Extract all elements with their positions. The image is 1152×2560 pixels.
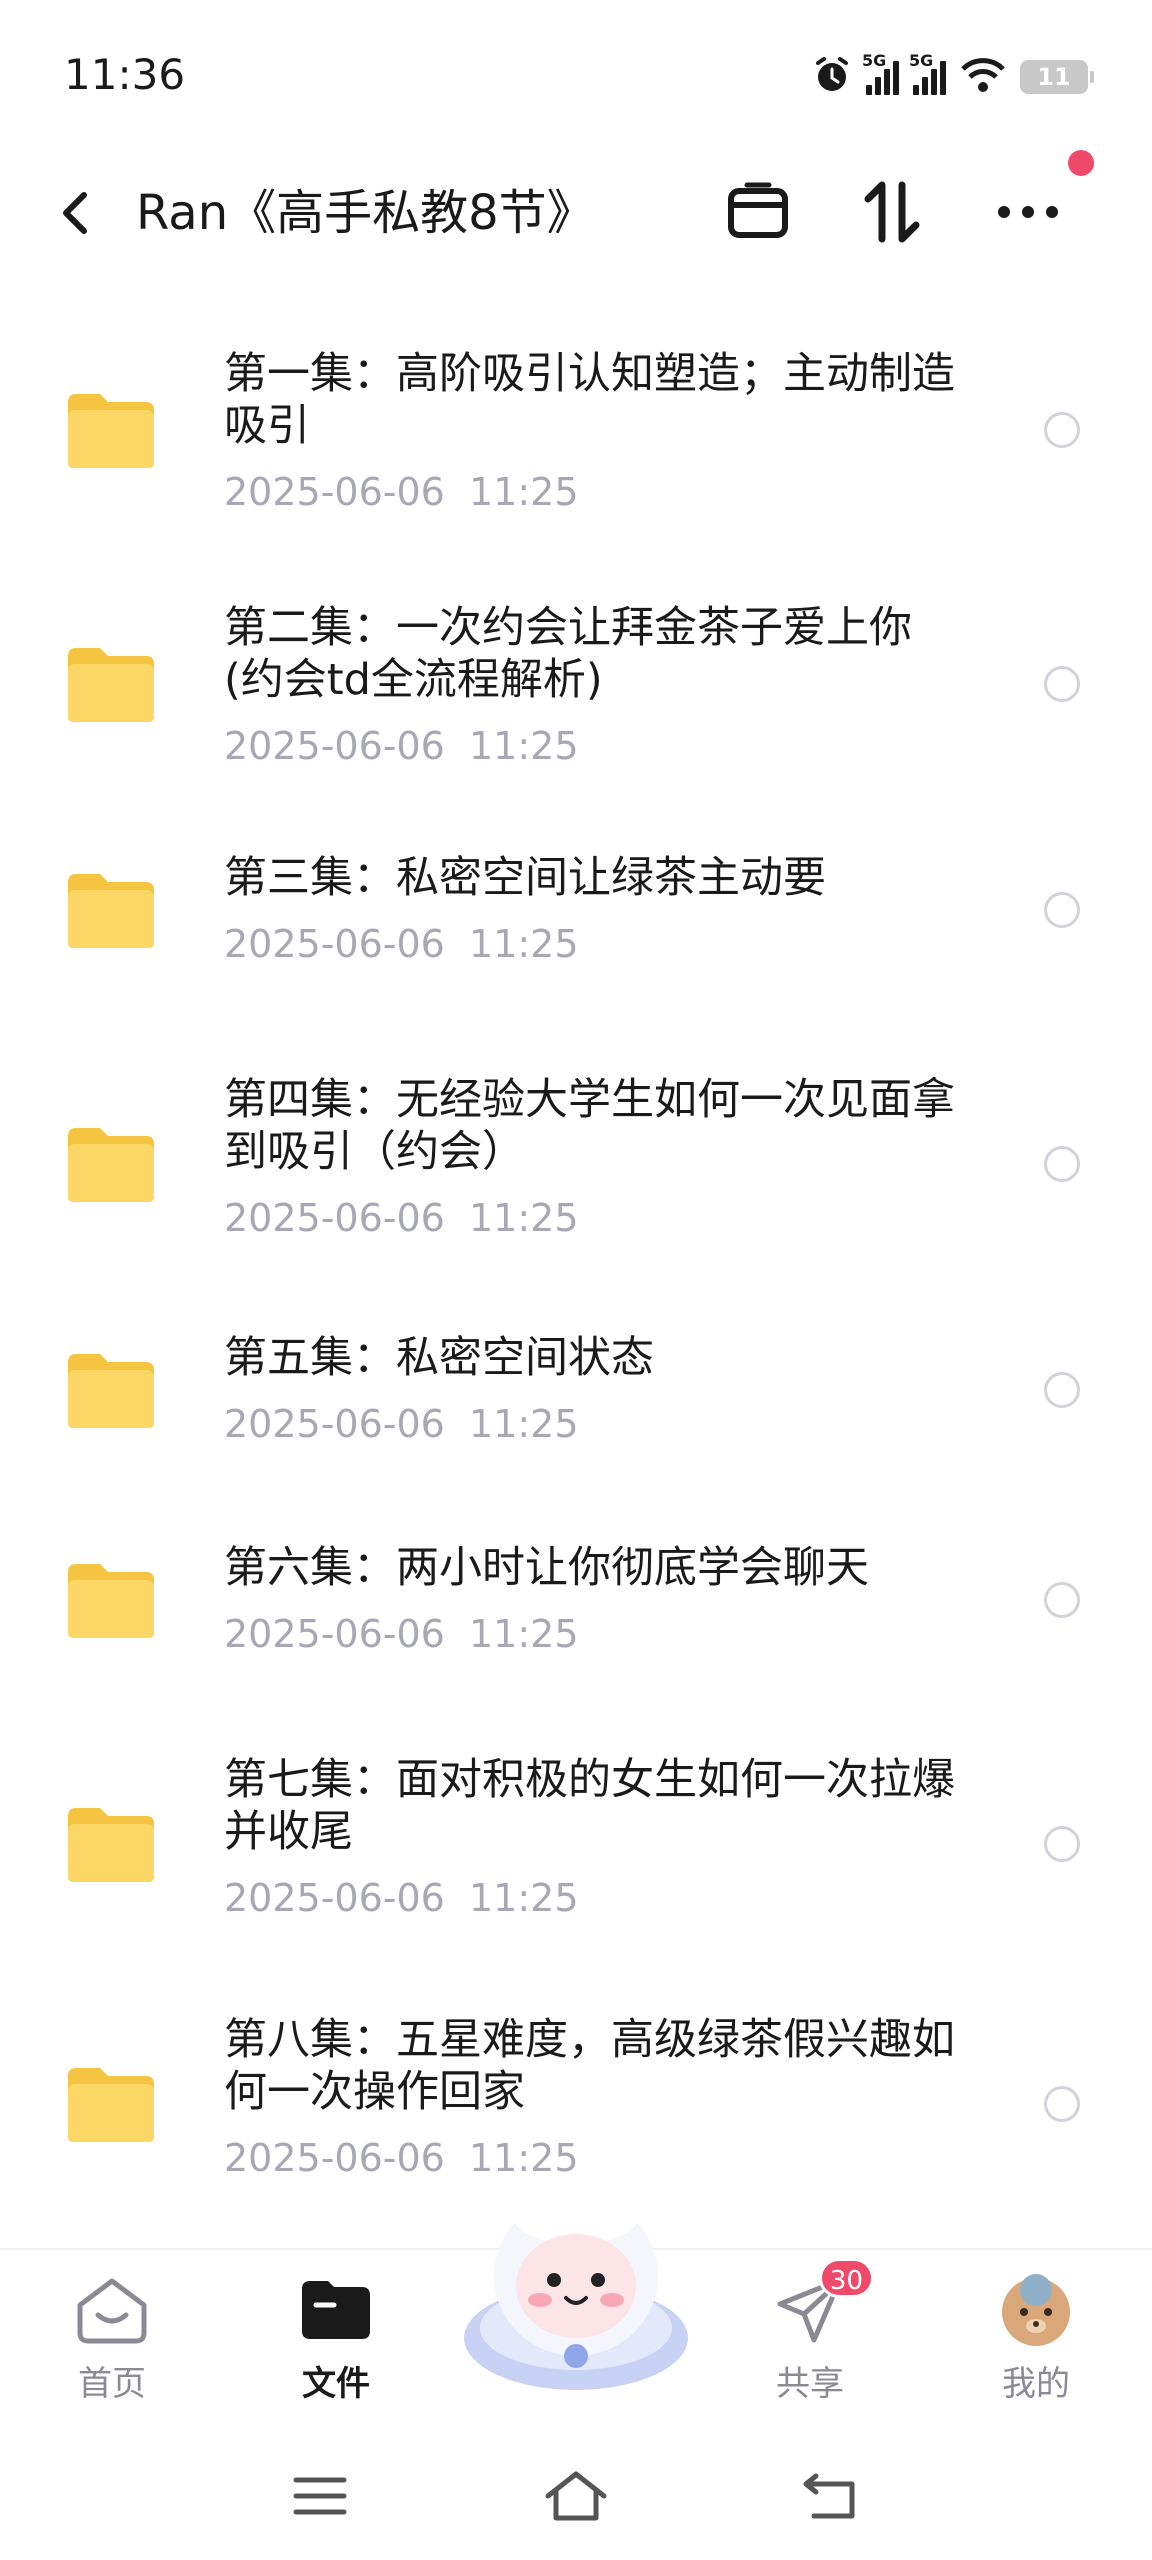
archive-button[interactable] xyxy=(718,172,798,252)
notification-dot xyxy=(1068,150,1094,176)
nav-home-button[interactable] xyxy=(536,2456,616,2536)
share-badge: 30 xyxy=(818,2258,874,2298)
status-time: 11:36 xyxy=(64,50,186,99)
signal-icon: 5G xyxy=(909,51,946,95)
alarm-icon xyxy=(812,55,852,99)
file-date: 2025-06-06 11:25 xyxy=(224,1612,579,1656)
tab-label: 首页 xyxy=(78,2364,146,2404)
home-icon xyxy=(545,2471,607,2521)
select-radio[interactable] xyxy=(1044,1146,1080,1182)
send-icon: 30 xyxy=(770,2258,874,2350)
file-name: 第一集：高阶吸引认知塑造；主动制造吸引 xyxy=(224,349,955,451)
status-icons: 5G 5G 11 xyxy=(812,51,1094,102)
more-icon xyxy=(998,206,1058,218)
avatar-icon xyxy=(996,2270,1076,2350)
tab-label: 文件 xyxy=(302,2364,370,2404)
list-item[interactable]: 第二集：一次约会让拜金茶子爱上你(约会td全流程解析) 2025-06-06 1… xyxy=(0,550,1152,800)
file-name: 第三集：私密空间让绿茶主动要 xyxy=(224,853,826,903)
file-date: 2025-06-06 11:25 xyxy=(224,1196,579,1240)
file-date: 2025-06-06 11:25 xyxy=(224,1402,579,1446)
file-name: 第八集：五星难度，高级绿茶假兴趣如何一次操作回家 xyxy=(224,2015,955,2117)
back-icon xyxy=(803,2473,855,2519)
folder-icon xyxy=(68,648,154,722)
folder-icon xyxy=(68,874,154,948)
list-item[interactable]: 第六集：两小时让你彻底学会聊天 2025-06-06 11:25 xyxy=(0,1520,1152,1740)
sort-button[interactable] xyxy=(852,172,932,252)
wifi-icon xyxy=(960,57,1006,97)
network-type-label: 5G xyxy=(862,51,887,70)
assistant-mascot-button[interactable] xyxy=(456,2178,696,2398)
folder-icon xyxy=(68,1564,154,1638)
select-radio[interactable] xyxy=(1044,1826,1080,1862)
list-item[interactable]: 第五集：私密空间状态 2025-06-06 11:25 xyxy=(0,1310,1152,1520)
signal-icon: 5G xyxy=(862,51,899,95)
more-button[interactable] xyxy=(988,172,1068,252)
select-radio[interactable] xyxy=(1044,892,1080,928)
list-item[interactable]: 第七集：面对积极的女生如何一次拉爆并收尾 2025-06-06 11:25 xyxy=(0,1740,1152,1990)
sort-icon xyxy=(864,181,920,243)
tab-label: 我的 xyxy=(1002,2364,1070,2404)
network-type-label: 5G xyxy=(909,51,934,70)
menu-icon xyxy=(293,2477,347,2515)
list-item[interactable]: 第三集：私密空间让绿茶主动要 2025-06-06 11:25 xyxy=(0,800,1152,1010)
archive-icon xyxy=(728,182,788,238)
folder-icon xyxy=(296,2270,376,2350)
home-icon xyxy=(72,2270,152,2350)
file-date: 2025-06-06 11:25 xyxy=(224,2136,579,2180)
tab-label: 共享 xyxy=(776,2364,844,2404)
list-item[interactable]: 第四集：无经验大学生如何一次见面拿到吸引（约会） 2025-06-06 11:2… xyxy=(0,1060,1152,1310)
folder-icon xyxy=(68,2068,154,2142)
file-date: 2025-06-06 11:25 xyxy=(224,922,579,966)
mascot-icon xyxy=(464,2192,688,2390)
folder-icon xyxy=(68,394,154,468)
nav-menu-button[interactable] xyxy=(280,2456,360,2536)
file-name: 第六集：两小时让你彻底学会聊天 xyxy=(224,1543,869,1593)
file-date: 2025-06-06 11:25 xyxy=(224,470,579,514)
file-name: 第四集：无经验大学生如何一次见面拿到吸引（约会） xyxy=(224,1075,955,1177)
file-date: 2025-06-06 11:25 xyxy=(224,1876,579,1920)
folder-icon xyxy=(68,1354,154,1428)
file-name: 第五集：私密空间状态 xyxy=(224,1333,654,1383)
folder-icon xyxy=(68,1128,154,1202)
file-name: 第二集：一次约会让拜金茶子爱上你(约会td全流程解析) xyxy=(224,603,912,705)
folder-icon xyxy=(68,1808,154,1882)
status-bar: 11:36 5G 5G 11 xyxy=(0,0,1152,150)
list-item[interactable]: 第一集：高阶吸引认知塑造；主动制造吸引 2025-06-06 11:25 xyxy=(0,300,1152,550)
system-nav-bar xyxy=(0,2420,1152,2560)
header: Ran《高手私教8节》 xyxy=(0,150,1152,275)
select-radio[interactable] xyxy=(1044,1582,1080,1618)
back-button[interactable] xyxy=(40,178,110,248)
file-date: 2025-06-06 11:25 xyxy=(224,724,579,768)
tab-files[interactable]: 文件 xyxy=(256,2270,416,2410)
page-title: Ran《高手私教8节》 xyxy=(136,185,595,241)
nav-back-button[interactable] xyxy=(792,2456,872,2536)
tab-home[interactable]: 首页 xyxy=(32,2270,192,2410)
select-radio[interactable] xyxy=(1044,666,1080,702)
select-radio[interactable] xyxy=(1044,412,1080,448)
select-radio[interactable] xyxy=(1044,1372,1080,1408)
chevron-left-icon xyxy=(63,192,87,234)
tab-mine[interactable]: 我的 xyxy=(956,2270,1116,2410)
battery-icon: 11 xyxy=(1020,60,1094,94)
file-name: 第七集：面对积极的女生如何一次拉爆并收尾 xyxy=(224,1755,955,1857)
select-radio[interactable] xyxy=(1044,2086,1080,2122)
tab-share[interactable]: 30 共享 xyxy=(730,2258,890,2410)
